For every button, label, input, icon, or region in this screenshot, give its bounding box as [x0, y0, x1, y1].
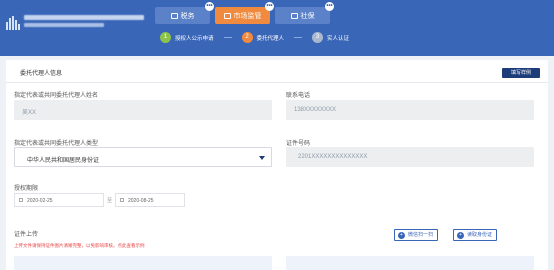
market-icon: [223, 12, 231, 19]
tab-social-security[interactable]: 社保 •••: [275, 2, 334, 24]
date-separator: 至: [107, 198, 113, 204]
date-end-value: 2020-08-25: [128, 198, 154, 204]
read-id-card-label: 读取身份证: [467, 232, 493, 238]
name-value: 吴XX: [22, 110, 37, 116]
read-id-card-button[interactable]: + 读取身份证: [453, 229, 498, 241]
step-divider: [294, 37, 303, 38]
tab-tax-label: 税务: [180, 12, 195, 20]
step-1-number: 1: [160, 32, 171, 43]
id-type-select[interactable]: 中华人民共和国居民身份证: [14, 147, 272, 167]
id-number-field[interactable]: 2201XXXXXXXXXXXXXX: [286, 147, 534, 167]
tax-icon: [170, 12, 178, 19]
scan-icon: +: [398, 232, 405, 239]
company-name: [24, 15, 144, 20]
step-divider: [223, 37, 232, 38]
phone-label: 联系电话: [286, 93, 311, 99]
id-number-value: 2201XXXXXXXXXXXXXX: [298, 154, 368, 160]
id-number-label: 证件号码: [286, 141, 311, 147]
eye-icon: [290, 12, 298, 19]
step-3: 3 实人认证: [312, 32, 349, 43]
service-tabs: 税务 ••• 市场监管 ••• 社保 •••: [155, 2, 334, 24]
step-3-number: 3: [312, 32, 324, 43]
step-1-label: 授权人公示申请: [175, 35, 214, 42]
progress-steps: 1 授权人公示申请 2 委托代理人 3 实人认证: [160, 32, 349, 43]
app-header: 税务 ••• 市场监管 ••• 社保 ••• 1 授权人公示申请 2 委托代理人…: [0, 0, 554, 56]
tab-market-supervision[interactable]: 市场监管 •••: [215, 2, 274, 24]
phone-value: 138XXXXXXXX: [294, 107, 337, 113]
date-start-value: 2020-02-25: [27, 198, 53, 204]
tab-market-label: 市场监管: [233, 12, 262, 20]
section-divider: [6, 82, 548, 83]
agent-info-card: 委托代理人信息 填写样例 指定代表或共同委托代理人姓名 吴XX 联系电话 138…: [6, 60, 548, 270]
id-card-icon: +: [457, 232, 464, 239]
name-label: 指定代表或共同委托代理人姓名: [14, 93, 99, 99]
tab-market-badge: •••: [265, 2, 274, 11]
upload-title: 证件上传: [14, 232, 39, 238]
upload-back-area[interactable]: [286, 256, 534, 270]
wechat-scan-label: 微信扫一扫: [408, 232, 434, 238]
step-2-label: 委托代理人: [256, 35, 285, 42]
sample-button[interactable]: 填写样例: [502, 68, 540, 78]
upload-front-area[interactable]: [14, 256, 272, 270]
tab-social-badge: •••: [325, 2, 334, 11]
calendar-icon: [19, 198, 23, 202]
period-label: 授权期限: [14, 186, 39, 192]
step-1: 1 授权人公示申请: [160, 32, 214, 43]
chevron-down-icon: [259, 156, 265, 160]
date-end-input[interactable]: 2020-08-25: [115, 193, 185, 207]
step-3-label: 实人认证: [327, 35, 350, 42]
step-2-number: 2: [241, 32, 253, 43]
wechat-scan-button[interactable]: + 微信扫一扫: [394, 229, 439, 241]
step-2: 2 委托代理人: [241, 32, 285, 43]
building-logo-icon: [6, 16, 20, 30]
tab-tax-badge: •••: [205, 2, 214, 11]
tab-tax[interactable]: 税务 •••: [155, 2, 214, 24]
phone-field[interactable]: 138XXXXXXXX: [286, 100, 534, 120]
company-code: [24, 23, 104, 27]
name-field[interactable]: 吴XX: [14, 100, 272, 120]
id-type-value: 中华人民共和国居民身份证: [27, 158, 100, 164]
upload-warning-text: 上传文件请保持证件图片清晰完整，以免影响审核。点此查看示例: [14, 243, 145, 248]
tab-social-label: 社保: [300, 12, 315, 20]
section-title: 委托代理人信息: [20, 71, 63, 77]
upload-warning: 上传文件请保持证件图片清晰完整，以免影响审核。点此查看示例: [14, 243, 145, 249]
date-start-input[interactable]: 2020-02-25: [14, 193, 104, 207]
calendar-icon: [120, 198, 124, 202]
id-type-label: 指定代表或共同委托代理人类型: [14, 141, 99, 147]
